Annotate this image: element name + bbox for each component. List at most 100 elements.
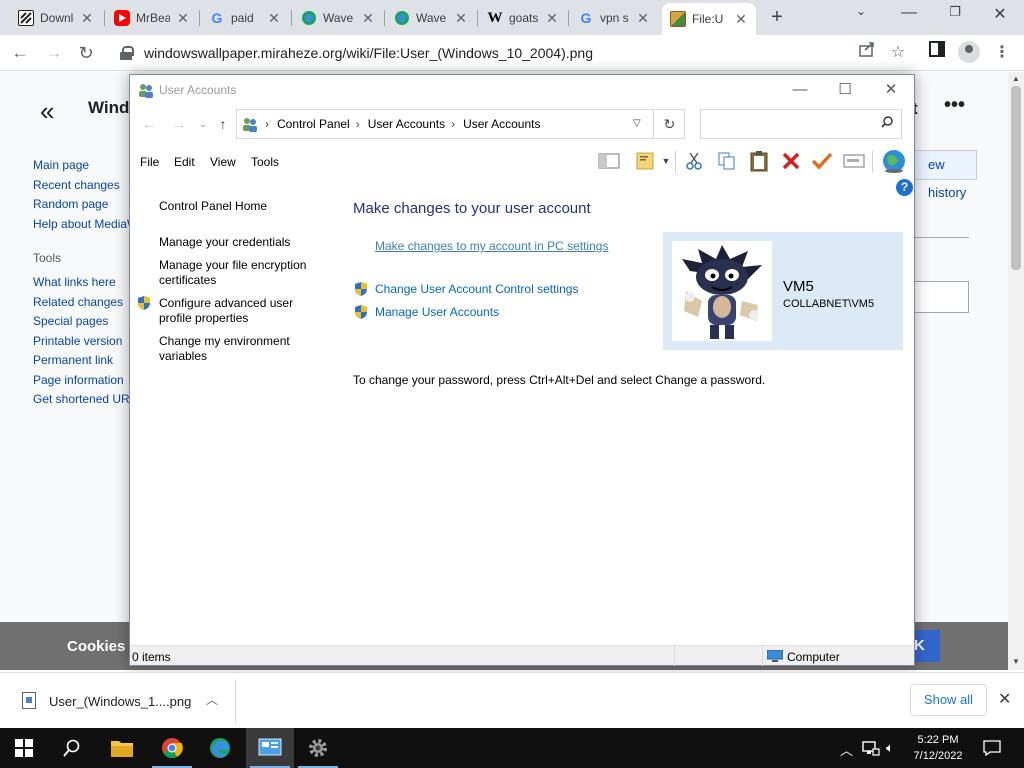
- share-icon[interactable]: [855, 41, 879, 65]
- taskbar-clock[interactable]: 5:22 PM 7/12/2022: [898, 732, 978, 764]
- volume-icon[interactable]: 🔈︎: [886, 740, 894, 756]
- tab-search-icon[interactable]: ⌄: [849, 4, 873, 18]
- chevron-up-icon[interactable]: ︿: [206, 691, 218, 708]
- close-icon[interactable]: ✕: [636, 11, 650, 25]
- bookmark-star-icon[interactable]: ☆: [886, 41, 910, 65]
- browser-tab[interactable]: G paid ✕: [201, 4, 289, 32]
- cookie-ok-button[interactable]: K: [912, 630, 940, 662]
- control-panel-taskbar-button[interactable]: [246, 728, 294, 768]
- file-explorer-button[interactable]: [98, 728, 146, 768]
- chevron-down-icon[interactable]: ▼: [659, 148, 673, 174]
- lock-icon[interactable]: [120, 46, 134, 60]
- breadcrumb-separator-icon[interactable]: ›: [356, 117, 360, 131]
- wiki-tool-link[interactable]: Permanent link: [33, 353, 130, 373]
- wiki-tool-link[interactable]: Printable version: [33, 334, 130, 354]
- close-icon[interactable]: ✕: [267, 11, 281, 25]
- uac-settings-link[interactable]: Change User Account Control settings: [375, 282, 578, 296]
- manage-credentials-link[interactable]: Manage your credentials: [159, 235, 329, 250]
- scroll-up-icon[interactable]: ▲: [1012, 74, 1020, 83]
- browser-tab[interactable]: Wave ✕: [386, 4, 476, 32]
- browser-tab[interactable]: Download ✕: [10, 4, 102, 32]
- breadcrumb-separator-icon[interactable]: ›: [451, 117, 455, 131]
- browser-tab[interactable]: G vpn s ✕: [570, 4, 658, 32]
- back-icon[interactable]: ←: [8, 41, 32, 65]
- manage-accounts-link[interactable]: Manage User Accounts: [375, 305, 499, 319]
- menu-file[interactable]: File: [140, 155, 159, 169]
- file-encryption-link[interactable]: Manage your file encryption certificates: [159, 258, 319, 288]
- wiki-nav-link[interactable]: Recent changes: [33, 178, 138, 198]
- close-icon[interactable]: ✕: [361, 11, 375, 25]
- back-icon[interactable]: ←: [140, 115, 158, 133]
- chevron-up-icon[interactable]: ︿: [840, 740, 853, 759]
- wiki-input-box[interactable]: [913, 281, 969, 313]
- properties-icon[interactable]: [633, 148, 657, 174]
- menu-tools[interactable]: Tools: [251, 155, 279, 169]
- help-icon[interactable]: ?: [896, 179, 913, 196]
- rename-icon[interactable]: [842, 148, 866, 174]
- close-window-icon[interactable]: ✕: [988, 4, 1012, 24]
- page-scrollbar[interactable]: ▲ ▼: [1008, 72, 1024, 670]
- delete-icon[interactable]: [779, 148, 803, 174]
- maximize-icon[interactable]: ☐: [825, 79, 865, 101]
- view-history-button[interactable]: ew history: [905, 150, 977, 200]
- wiki-tool-link[interactable]: Related changes: [33, 295, 130, 315]
- new-tab-button[interactable]: +: [766, 7, 788, 29]
- close-icon[interactable]: ✕: [545, 11, 559, 25]
- environment-variables-link[interactable]: Change my environment variables: [159, 334, 309, 364]
- wiki-nav-link[interactable]: Help about MediaW: [33, 217, 138, 237]
- profile-avatar-icon[interactable]: [958, 41, 980, 63]
- search-input[interactable]: [700, 109, 902, 139]
- url-text[interactable]: windowswallpaper.miraheze.org/wiki/File:…: [144, 45, 593, 61]
- edge-taskbar-button[interactable]: [196, 728, 244, 768]
- network-icon[interactable]: [862, 740, 880, 759]
- breadcrumb-item[interactable]: User Accounts: [368, 117, 445, 131]
- forward-icon[interactable]: →: [170, 115, 188, 133]
- menu-kebab-icon[interactable]: ⋮: [990, 41, 1014, 65]
- chrome-taskbar-button[interactable]: [148, 728, 196, 768]
- wiki-nav-link[interactable]: Main page: [33, 158, 138, 178]
- copy-icon[interactable]: [715, 148, 739, 174]
- forward-icon[interactable]: →: [42, 41, 66, 65]
- chevron-down-icon[interactable]: ▽: [633, 118, 641, 129]
- breadcrumb-item[interactable]: User Accounts: [463, 117, 540, 131]
- notifications-icon[interactable]: [983, 740, 1001, 759]
- wiki-tool-link[interactable]: Special pages: [33, 314, 130, 334]
- recent-dropdown-icon[interactable]: ⌄: [194, 115, 212, 133]
- menu-view[interactable]: View: [210, 155, 236, 169]
- close-icon[interactable]: ✕: [176, 11, 190, 25]
- layout-pane-icon[interactable]: [597, 148, 621, 174]
- scroll-down-icon[interactable]: ▼: [1012, 657, 1020, 666]
- profile-properties-link[interactable]: Configure advanced user profile properti…: [159, 296, 309, 326]
- breadcrumb-separator-icon[interactable]: ›: [265, 117, 269, 131]
- paste-icon[interactable]: [747, 148, 771, 174]
- wiki-tool-link[interactable]: Page information: [33, 373, 130, 393]
- pc-settings-link[interactable]: Make changes to my account in PC setting…: [375, 239, 608, 253]
- restore-icon[interactable]: ❐: [943, 4, 967, 20]
- reload-icon[interactable]: ↻: [74, 41, 98, 65]
- wiki-tool-link[interactable]: Get shortened UR: [33, 392, 130, 412]
- menu-edit[interactable]: Edit: [174, 155, 195, 169]
- close-icon[interactable]: ✕: [871, 79, 911, 101]
- scrollbar-thumb[interactable]: [1011, 86, 1021, 270]
- minimize-icon[interactable]: —: [780, 79, 820, 101]
- wiki-nav-link[interactable]: Random page: [33, 197, 138, 217]
- browser-tab[interactable]: MrBeast ✕: [106, 4, 198, 32]
- close-icon[interactable]: ✕: [80, 11, 94, 25]
- more-icon[interactable]: •••: [944, 94, 965, 117]
- browser-tab-active[interactable]: File:U ✕: [662, 3, 756, 35]
- download-item[interactable]: User_(Windows_1....png: [49, 694, 191, 709]
- side-panel-icon[interactable]: [925, 41, 949, 65]
- show-all-button[interactable]: Show all: [910, 684, 987, 716]
- close-icon[interactable]: ✕: [998, 689, 1011, 709]
- globe-icon[interactable]: [882, 148, 906, 174]
- sidebar-collapse-icon[interactable]: «: [40, 96, 55, 127]
- close-icon[interactable]: ✕: [454, 11, 468, 25]
- window-titlebar[interactable]: User Accounts — ☐ ✕: [130, 75, 914, 105]
- account-picture[interactable]: [672, 241, 772, 341]
- wiki-tool-link[interactable]: What links here: [33, 275, 130, 295]
- checkmark-icon[interactable]: [810, 148, 834, 174]
- address-bar[interactable]: › Control Panel › User Accounts › User A…: [236, 109, 654, 139]
- settings-taskbar-button[interactable]: [294, 728, 342, 768]
- close-icon[interactable]: ✕: [734, 12, 748, 26]
- refresh-icon[interactable]: ↻: [655, 109, 685, 139]
